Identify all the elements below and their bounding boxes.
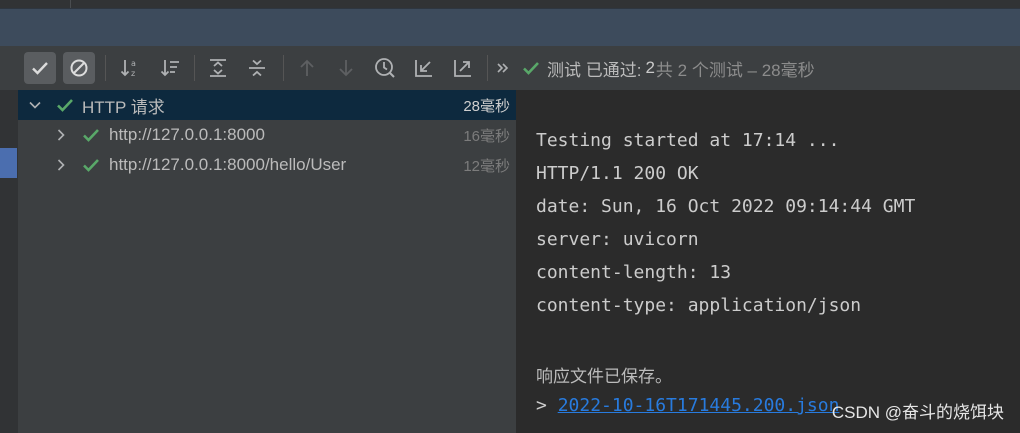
- chevron-right-icon[interactable]: [54, 128, 68, 142]
- console-output[interactable]: Testing started at 17:14 ... HTTP/1.1 20…: [516, 90, 1020, 433]
- show-passed-icon: [30, 58, 50, 78]
- tree-item-label: http://127.0.0.1:8000/hello/User: [109, 155, 347, 174]
- chevron-down-icon[interactable]: [28, 98, 42, 112]
- test-history-button[interactable]: [369, 52, 401, 84]
- collapse-all-icon: [246, 57, 268, 79]
- check-icon: [82, 126, 100, 144]
- console-line: date: Sun, 16 Oct 2022 09:14:44 GMT: [536, 196, 916, 217]
- chevron-right-icon[interactable]: [54, 158, 68, 172]
- status-label: 测试 已通过:: [547, 60, 642, 80]
- console-line: HTTP/1.1 200 OK: [536, 163, 699, 184]
- watermark: CSDN @奋斗的烧饵块: [831, 403, 1004, 422]
- tree-item-label: http://127.0.0.1:8000: [109, 125, 265, 144]
- next-failed-icon: [335, 57, 357, 79]
- status-summary: 共 2 个测试 – 28毫秒: [655, 60, 815, 80]
- test-tree: HTTP 请求 28毫秒 http://127.0.0.1:8000 16毫秒 …: [18, 90, 516, 433]
- previous-failed-button[interactable]: [291, 52, 323, 84]
- file-link-line: > 2022-10-16T171445.200.json: [536, 395, 839, 416]
- tree-root-row[interactable]: HTTP 请求 28毫秒: [18, 90, 516, 120]
- check-icon: [56, 96, 74, 114]
- more-icon: [496, 61, 510, 75]
- tree-item-duration: 16毫秒: [463, 127, 510, 145]
- import-tests-icon: [413, 57, 435, 79]
- tree-root-duration: 28毫秒: [463, 97, 510, 115]
- collapse-all-button[interactable]: [241, 52, 273, 84]
- status-passed-count: 2: [645, 58, 655, 77]
- sort-by-duration-button[interactable]: [154, 52, 186, 84]
- sort-alphabetically-button[interactable]: az: [114, 52, 146, 84]
- next-failed-button[interactable]: [330, 52, 362, 84]
- export-tests-button[interactable]: [447, 52, 479, 84]
- show-passed-button[interactable]: [24, 52, 56, 84]
- more-actions-button[interactable]: [492, 52, 514, 84]
- console-line: content-type: application/json: [536, 295, 862, 316]
- check-icon: [82, 156, 100, 174]
- check-icon: [522, 59, 540, 77]
- left-gutter: [0, 90, 19, 433]
- tool-window-header: [0, 8, 1020, 47]
- console-line: server: uvicorn: [536, 229, 699, 250]
- import-tests-button[interactable]: [408, 52, 440, 84]
- response-file-link[interactable]: 2022-10-16T171445.200.json: [558, 395, 840, 416]
- test-runner-toolbar: az 测试 已通过: 2 共 2 个测试 – 28毫秒: [0, 46, 1020, 91]
- console-line: content-length: 13: [536, 262, 732, 283]
- tree-root-label: HTTP 请求: [82, 97, 165, 117]
- tree-item-duration: 12毫秒: [463, 157, 510, 175]
- svg-text:z: z: [131, 69, 135, 78]
- export-tests-icon: [452, 57, 474, 79]
- sort-duration-icon: [159, 57, 181, 79]
- console-line: Testing started at 17:14 ...: [536, 130, 840, 151]
- svg-text:a: a: [131, 59, 136, 68]
- top-strip: [0, 0, 1020, 8]
- console-prompt: >: [536, 395, 547, 416]
- gutter-selection-marker: [0, 148, 17, 178]
- sort-alpha-icon: az: [119, 57, 141, 79]
- expand-all-icon: [207, 57, 229, 79]
- tree-item-row[interactable]: http://127.0.0.1:8000/hello/User 12毫秒: [18, 150, 516, 180]
- expand-all-button[interactable]: [202, 52, 234, 84]
- saved-message: 响应文件已保存。: [536, 367, 672, 386]
- test-status-summary: 测试 已通过: 2 共 2 个测试 – 28毫秒: [522, 57, 815, 80]
- show-ignored-icon: [69, 58, 89, 78]
- tree-item-row[interactable]: http://127.0.0.1:8000 16毫秒: [18, 120, 516, 150]
- previous-failed-icon: [296, 57, 318, 79]
- history-icon: [373, 56, 397, 80]
- show-ignored-button[interactable]: [63, 52, 95, 84]
